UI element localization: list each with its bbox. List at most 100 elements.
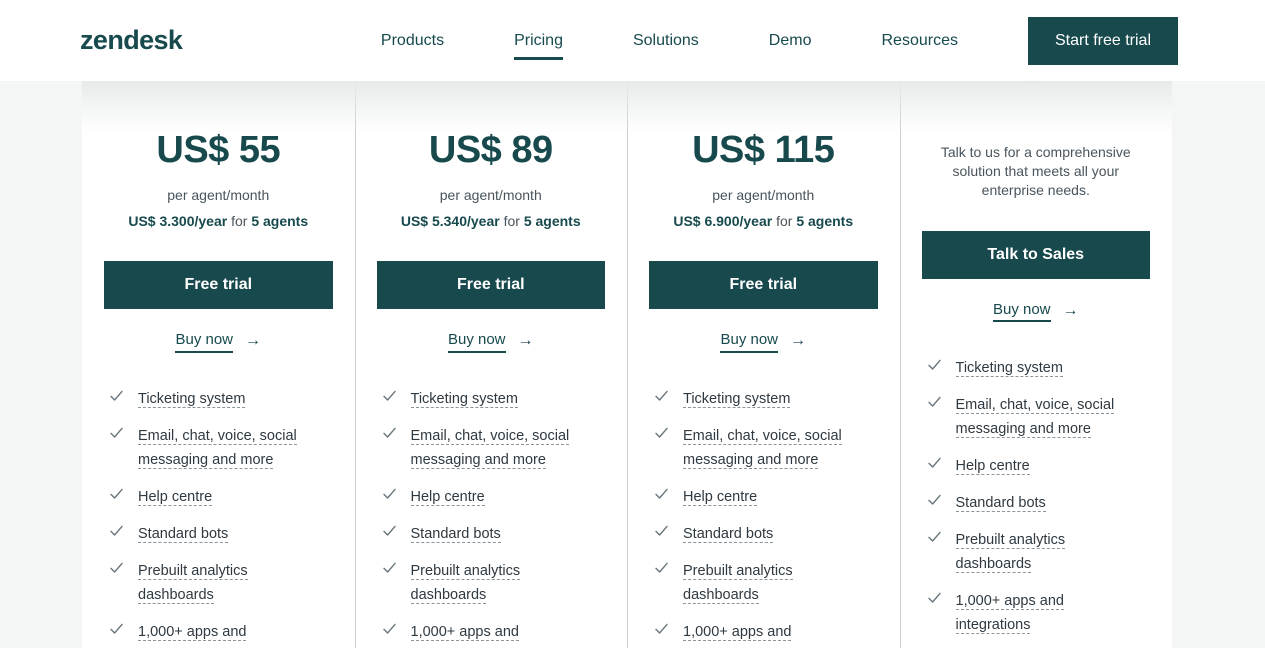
plan-price-period: per agent/month xyxy=(439,186,542,203)
plan-annual-agents: 5 agents xyxy=(796,212,854,229)
feature-label[interactable]: Ticketing system xyxy=(410,390,518,408)
check-icon xyxy=(927,492,941,508)
feature-item: 1,000+ apps and integrations xyxy=(927,589,1151,637)
arrow-right-icon: → xyxy=(245,332,262,350)
site-header: zendesk Products Pricing Solutions Demo … xyxy=(0,0,1265,81)
check-icon xyxy=(927,455,941,471)
pricing-plan-card-4: — Talk to us for a comprehensive solutio… xyxy=(899,71,1173,648)
buy-now-link[interactable]: Buy now xyxy=(992,301,1051,323)
check-icon xyxy=(110,425,123,441)
buy-now-link-row[interactable]: Buy now → xyxy=(104,332,333,353)
pricing-plan-card-3: US$ 115 per agent/month US$ 6.900/year f… xyxy=(627,81,900,648)
feature-label[interactable]: Email, chat, voice, social messaging and… xyxy=(410,427,570,469)
check-icon xyxy=(110,486,123,502)
feature-label[interactable]: Standard bots xyxy=(683,525,774,543)
feature-text-wrap: Standard bots xyxy=(683,522,774,546)
zendesk-logo[interactable]: zendesk xyxy=(80,27,183,54)
feature-label[interactable]: Prebuilt analytics dashboards xyxy=(683,562,793,604)
feature-label[interactable]: Help centre xyxy=(410,488,485,506)
feature-text-wrap: Email, chat, voice, social messaging and… xyxy=(410,424,583,472)
buy-now-link[interactable]: Buy now xyxy=(720,332,779,353)
check-icon xyxy=(110,621,123,637)
nav-item-demo[interactable]: Demo xyxy=(769,0,812,81)
check-icon xyxy=(927,357,941,373)
feature-label[interactable]: Standard bots xyxy=(138,525,229,543)
feature-text-wrap: Help centre xyxy=(138,485,213,509)
feature-item: Email, chat, voice, social messaging and… xyxy=(655,424,878,472)
nav-item-products[interactable]: Products xyxy=(381,0,444,81)
plan-price: US$ 55 xyxy=(156,129,281,171)
nav-item-pricing[interactable]: Pricing xyxy=(514,0,563,81)
feature-item: Ticketing system xyxy=(382,387,606,411)
start-free-trial-button[interactable]: Start free trial xyxy=(1027,16,1178,65)
buy-now-link-row[interactable]: Buy now → xyxy=(649,332,878,353)
arrow-right-icon: → xyxy=(1062,301,1079,319)
check-icon xyxy=(382,621,396,637)
check-icon xyxy=(655,560,668,576)
plan-price-period: per agent/month xyxy=(167,186,270,203)
feature-label[interactable]: Help centre xyxy=(138,488,213,506)
feature-text-wrap: Standard bots xyxy=(410,522,501,546)
plan-feature-list: Ticketing system Email, chat, voice, soc… xyxy=(377,387,606,648)
feature-label[interactable]: Ticketing system xyxy=(138,390,246,408)
feature-label[interactable]: Prebuilt analytics dashboards xyxy=(138,562,248,604)
plan-annual-amount: US$ 3.300/year xyxy=(128,212,228,229)
check-icon xyxy=(110,388,123,404)
nav-item-resources[interactable]: Resources xyxy=(881,0,957,81)
feature-item: Email, chat, voice, social messaging and… xyxy=(927,393,1151,441)
feature-label[interactable]: 1,000+ apps and integrations xyxy=(955,593,1064,635)
free-trial-button[interactable]: Free trial xyxy=(104,261,333,310)
plan-annual-price: US$ 5.340/year for 5 agents xyxy=(377,212,606,230)
feature-item: Prebuilt analytics dashboards xyxy=(927,528,1151,576)
feature-label[interactable]: Prebuilt analytics dashboards xyxy=(955,532,1066,574)
feature-text-wrap: Email, chat, voice, social messaging and… xyxy=(683,424,855,472)
feature-text-wrap: 1,000+ apps and integrations xyxy=(138,620,310,648)
feature-text-wrap: 1,000+ apps and integrations xyxy=(410,620,583,648)
feature-label[interactable]: Email, chat, voice, social messaging and… xyxy=(138,427,297,469)
talk-to-sales-button[interactable]: Talk to Sales xyxy=(921,230,1150,279)
check-icon xyxy=(655,425,668,441)
feature-item: 1,000+ apps and integrations xyxy=(655,620,878,648)
buy-now-link[interactable]: Buy now xyxy=(447,332,506,353)
feature-text-wrap: Standard bots xyxy=(955,491,1046,515)
check-icon xyxy=(927,529,941,545)
feature-item: Prebuilt analytics dashboards xyxy=(110,559,333,607)
pricing-plan-grid: US$ 55 per agent/month US$ 3.300/year fo… xyxy=(82,71,1173,648)
feature-label[interactable]: Ticketing system xyxy=(955,360,1063,378)
feature-label[interactable]: Email, chat, voice, social messaging and… xyxy=(683,427,842,469)
buy-now-link[interactable]: Buy now xyxy=(175,332,234,353)
feature-label[interactable]: Help centre xyxy=(683,488,758,506)
feature-text-wrap: Standard bots xyxy=(138,522,229,546)
feature-text-wrap: Prebuilt analytics dashboards xyxy=(955,528,1128,576)
free-trial-button[interactable]: Free trial xyxy=(376,261,605,310)
main-navigation: Products Pricing Solutions Demo Resource… xyxy=(381,0,1265,81)
feature-label[interactable]: Standard bots xyxy=(410,525,501,543)
buy-now-link-row[interactable]: Buy now → xyxy=(377,332,606,353)
check-icon xyxy=(382,388,396,404)
plan-annual-connector: for xyxy=(499,212,524,229)
feature-label[interactable]: Ticketing system xyxy=(683,390,791,408)
feature-text-wrap: 1,000+ apps and integrations xyxy=(955,589,1128,637)
feature-text-wrap: 1,000+ apps and integrations xyxy=(683,620,855,648)
free-trial-button[interactable]: Free trial xyxy=(649,261,878,310)
feature-label[interactable]: Email, chat, voice, social messaging and… xyxy=(955,397,1115,439)
nav-item-solutions[interactable]: Solutions xyxy=(633,0,699,81)
feature-item: Prebuilt analytics dashboards xyxy=(655,559,878,607)
feature-label[interactable]: Standard bots xyxy=(955,495,1046,513)
check-icon xyxy=(655,486,668,502)
feature-item: Standard bots xyxy=(655,522,878,546)
feature-label[interactable]: 1,000+ apps and integrations xyxy=(410,623,519,648)
feature-text-wrap: Ticketing system xyxy=(955,356,1063,380)
plan-annual-connector: for xyxy=(772,212,797,229)
check-icon xyxy=(382,560,396,576)
check-icon xyxy=(655,621,668,637)
buy-now-link-row[interactable]: Buy now → xyxy=(922,301,1151,323)
feature-label[interactable]: Prebuilt analytics dashboards xyxy=(410,562,521,604)
feature-label[interactable]: 1,000+ apps and integrations xyxy=(683,623,792,648)
feature-label[interactable]: Help centre xyxy=(955,458,1030,476)
feature-text-wrap: Email, chat, voice, social messaging and… xyxy=(955,393,1128,441)
feature-label[interactable]: 1,000+ apps and integrations xyxy=(138,623,247,648)
check-icon xyxy=(927,394,941,410)
plan-feature-list: Ticketing system Email, chat, voice, soc… xyxy=(649,387,878,648)
plan-annual-agents: 5 agents xyxy=(523,212,581,229)
